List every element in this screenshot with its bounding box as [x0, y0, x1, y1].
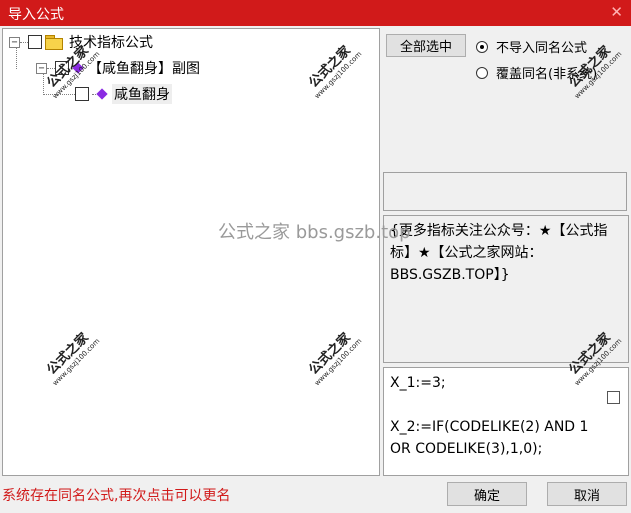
cancel-button[interactable]: 取消: [547, 482, 627, 506]
tree-connector: [20, 41, 28, 43]
description-panel: {更多指标关注公众号：★【公式指标】★【公式之家网站：BBS.GSZB.TOP】…: [383, 215, 629, 363]
collapse-icon[interactable]: −: [9, 36, 20, 48]
collapse-icon[interactable]: −: [36, 62, 47, 74]
code-text: X_1:=3; X_2:=IF(CODELIKE(2) AND 1 OR COD…: [390, 375, 589, 457]
ok-button[interactable]: 确定: [447, 482, 527, 506]
radio-no-import-label: 不导入同名公式: [496, 41, 588, 56]
code-panel[interactable]: X_1:=3; X_2:=IF(CODELIKE(2) AND 1 OR COD…: [383, 367, 629, 476]
select-all-button[interactable]: 全部选中: [386, 34, 466, 57]
formula-icon: [96, 88, 108, 100]
radio-overwrite[interactable]: 覆盖同名(非系统): [476, 63, 597, 82]
formula-tree[interactable]: − 技术指标公式 − 【咸鱼翻身】副图 咸鱼翻身: [2, 28, 380, 476]
tree-item-leaf[interactable]: 咸鱼翻身: [43, 84, 172, 104]
tree-connector: [47, 67, 55, 69]
root-checkbox[interactable]: [28, 35, 42, 49]
name-field[interactable]: [383, 172, 627, 211]
tree-item-root-label: 技术指标公式: [69, 35, 153, 51]
tree-item-group[interactable]: − 【咸鱼翻身】副图: [36, 58, 200, 78]
formula-group-icon: [72, 62, 84, 74]
code-checkbox[interactable]: [607, 391, 620, 404]
radio-overwrite-indicator[interactable]: [476, 66, 488, 79]
radio-overwrite-label: 覆盖同名(非系统): [496, 67, 598, 82]
description-scrollbar[interactable]: [611, 216, 628, 362]
radio-no-import[interactable]: 不导入同名公式: [476, 37, 587, 56]
window-title: 导入公式: [8, 7, 64, 23]
tree-connector: [43, 93, 75, 95]
radio-no-import-indicator[interactable]: [476, 40, 488, 53]
status-message: 系统存在同名公式,再次点击可以更名: [2, 488, 231, 504]
tree-item-group-label: 【咸鱼翻身】副图: [88, 61, 200, 77]
leaf-checkbox[interactable]: [75, 87, 89, 101]
title-bar: 导入公式 ✕: [0, 0, 631, 26]
group-checkbox[interactable]: [55, 61, 69, 75]
tree-item-root[interactable]: − 技术指标公式: [9, 32, 153, 52]
tree-item-leaf-label: 咸鱼翻身: [112, 84, 172, 104]
close-icon[interactable]: ✕: [610, 3, 623, 21]
description-text: {更多指标关注公众号：★【公式指标】★【公式之家网站：BBS.GSZB.TOP】…: [390, 223, 608, 283]
watermark-text: 公式之家 bbs.gszb.top: [218, 222, 411, 243]
folder-icon: [45, 35, 63, 50]
